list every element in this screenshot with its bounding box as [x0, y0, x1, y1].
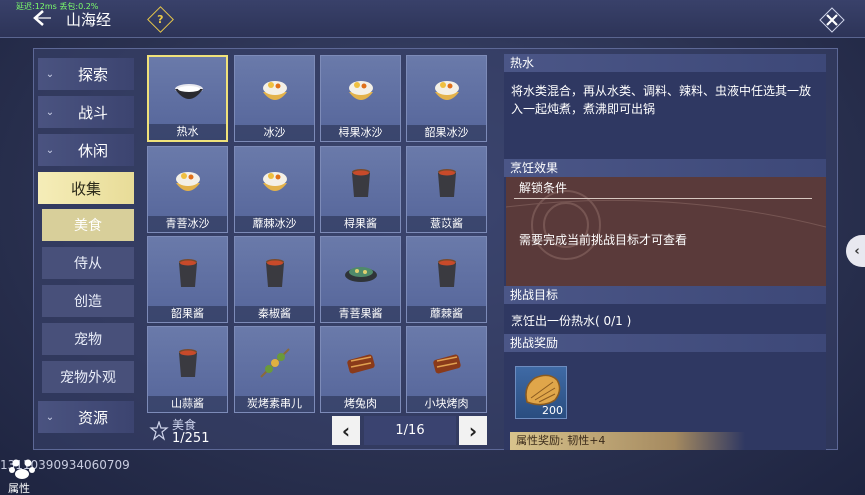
- grid-item-label: 薏苡酱: [407, 216, 486, 232]
- goal-text: 烹饪出一份热水( 0/1 ): [511, 314, 632, 328]
- shaved-ice-icon: [257, 165, 293, 201]
- chevron-left-icon: ‹: [341, 418, 351, 443]
- chevron-down-icon: ⌄: [45, 144, 55, 156]
- jam-jar-icon: [343, 165, 379, 201]
- jam-jar-icon: [170, 345, 206, 381]
- shaved-ice-icon: [170, 165, 206, 201]
- grid-item[interactable]: 冰沙: [234, 55, 315, 142]
- grid-item[interactable]: 薏苡酱: [406, 146, 487, 233]
- grid-item[interactable]: 炭烤素串儿: [234, 326, 315, 413]
- chevron-left-icon: ‹: [854, 243, 860, 259]
- page-title: 山海经: [66, 11, 112, 29]
- unlock-title: 解锁条件: [519, 181, 568, 195]
- shaved-ice-icon: [257, 74, 293, 110]
- paw-icon: [9, 459, 35, 479]
- grid-item-label: 蘼棘酱: [407, 306, 486, 322]
- close-icon: [819, 7, 845, 33]
- grid-item-label: 山蒜酱: [148, 396, 227, 412]
- roast-meat-icon: [343, 345, 379, 381]
- grid-item-label: 青菩果酱: [321, 306, 400, 322]
- unlock-text: 需要完成当前挑战目标才可查看: [519, 233, 688, 247]
- detail-title: 热水: [504, 54, 826, 72]
- grid-item[interactable]: 韶果酱: [147, 236, 228, 323]
- grid-item[interactable]: 桪果冰沙: [320, 55, 401, 142]
- grid-item[interactable]: 青菩冰沙: [147, 146, 228, 233]
- shaved-ice-icon: [429, 74, 465, 110]
- reward-item[interactable]: 200: [515, 366, 567, 419]
- grid-item-label: 烤兔肉: [321, 396, 400, 412]
- jam-jar-icon: [429, 165, 465, 201]
- grid-item-label: 桪果酱: [321, 216, 400, 232]
- grid-item[interactable]: 热水: [147, 55, 228, 142]
- subitem-pet-appearance[interactable]: 宠物外观: [42, 361, 134, 393]
- jam-jar-icon: [170, 255, 206, 291]
- grid-item[interactable]: 蘼棘冰沙: [234, 146, 315, 233]
- chevron-down-icon: ⌄: [45, 106, 55, 118]
- grid-item[interactable]: 小块烤肉: [406, 326, 487, 413]
- dish-icon: [343, 255, 379, 291]
- grid-item-label: 秦椒酱: [235, 306, 314, 322]
- close-button[interactable]: [818, 6, 846, 34]
- page-indicator: 1/16: [364, 416, 456, 445]
- grid-item[interactable]: 山蒜酱: [147, 326, 228, 413]
- attribute-button[interactable]: 属性: [6, 456, 38, 495]
- attribute-reward: 属性奖励: 韧性+4: [510, 432, 745, 450]
- prev-page-button[interactable]: ‹: [332, 416, 360, 445]
- category-collect[interactable]: 收集: [38, 172, 134, 204]
- top-bar: 延迟:12ms 丢包:0.2% 山海经 ?: [0, 0, 865, 38]
- grid-item-label: 青菩冰沙: [148, 216, 227, 232]
- reward-quantity: 200: [542, 404, 563, 417]
- help-icon[interactable]: ?: [147, 6, 174, 33]
- grid-item[interactable]: 桪果酱: [320, 146, 401, 233]
- category-resource[interactable]: ⌄ 资源: [38, 401, 134, 433]
- grid-item-label: 热水: [149, 124, 226, 140]
- detail-description: 将水类混合，再从水类、调料、辣料、虫液中任选其一放入一起炖煮，煮沸即可出锅: [511, 84, 812, 116]
- chevron-down-icon: ⌄: [45, 411, 55, 423]
- grid-item-label: 蘼棘冰沙: [235, 216, 314, 232]
- category-battle[interactable]: ⌄ 战斗: [38, 96, 134, 128]
- chevron-right-icon: ›: [468, 418, 478, 443]
- jam-jar-icon: [429, 255, 465, 291]
- grid-item-label: 炭烤素串儿: [235, 396, 314, 412]
- back-button[interactable]: [30, 8, 54, 28]
- jam-jar-icon: [257, 255, 293, 291]
- goal-header: 挑战目标: [504, 286, 826, 304]
- subitem-create[interactable]: 创造: [42, 285, 134, 317]
- next-page-button[interactable]: ›: [459, 416, 487, 445]
- grid-item[interactable]: 烤兔肉: [320, 326, 401, 413]
- grid-item-label: 桪果冰沙: [321, 125, 400, 141]
- grid-item[interactable]: 秦椒酱: [234, 236, 315, 323]
- roast-meat-icon: [429, 345, 465, 381]
- shaved-ice-icon: [343, 74, 379, 110]
- category-leisure[interactable]: ⌄ 休闲: [38, 134, 134, 166]
- chevron-down-icon: ⌄: [45, 68, 55, 80]
- category-explore[interactable]: ⌄ 探索: [38, 58, 134, 90]
- food-category-icon: [149, 421, 169, 441]
- grid-item[interactable]: 韶果冰沙: [406, 55, 487, 142]
- count-value: 1/251: [172, 431, 210, 446]
- subitem-food[interactable]: 美食: [42, 209, 134, 241]
- reward-header: 挑战奖励: [504, 334, 826, 352]
- grid-item-label: 冰沙: [235, 125, 314, 141]
- skewer-icon: [257, 345, 293, 381]
- grid-item[interactable]: 青菩果酱: [320, 236, 401, 323]
- subitem-attendant[interactable]: 侍从: [42, 247, 134, 279]
- bowl-icon: [171, 75, 207, 111]
- divider: [514, 198, 812, 199]
- effect-header: 烹饪效果: [504, 159, 826, 177]
- subitem-pet[interactable]: 宠物: [42, 323, 134, 355]
- grid-item[interactable]: 蘼棘酱: [406, 236, 487, 323]
- grid-item-label: 小块烤肉: [407, 396, 486, 412]
- grid-item-label: 韶果酱: [148, 306, 227, 322]
- grid-item-label: 韶果冰沙: [407, 125, 486, 141]
- back-arrow-icon: [33, 10, 51, 26]
